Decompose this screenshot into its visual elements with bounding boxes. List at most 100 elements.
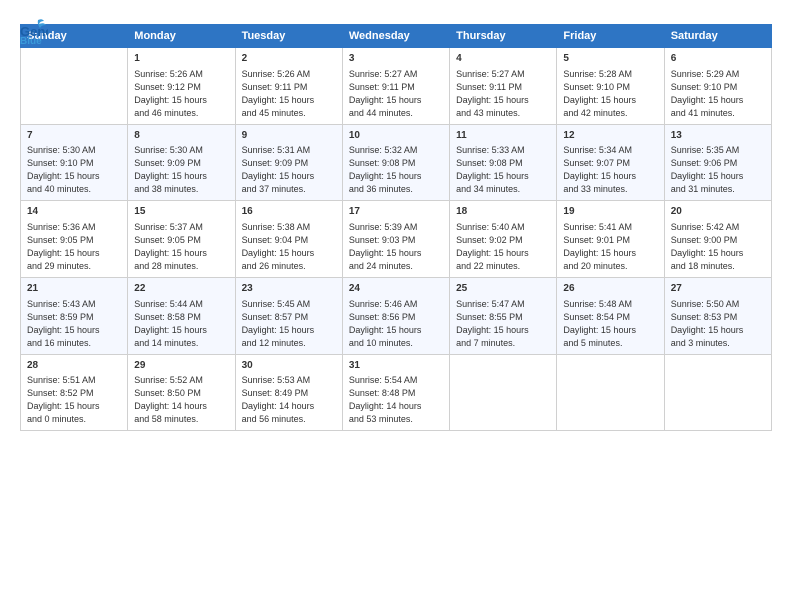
calendar-cell: 3Sunrise: 5:27 AM Sunset: 9:11 PM Daylig… [342, 48, 449, 125]
day-details: Sunrise: 5:51 AM Sunset: 8:52 PM Dayligh… [27, 374, 121, 426]
day-number: 10 [349, 129, 443, 144]
calendar-cell: 10Sunrise: 5:32 AM Sunset: 9:08 PM Dayli… [342, 124, 449, 201]
day-details: Sunrise: 5:34 AM Sunset: 9:07 PM Dayligh… [563, 144, 657, 196]
day-details: Sunrise: 5:28 AM Sunset: 9:10 PM Dayligh… [563, 68, 657, 120]
day-number: 26 [563, 282, 657, 297]
calendar-cell: 25Sunrise: 5:47 AM Sunset: 8:55 PM Dayli… [450, 278, 557, 355]
calendar-cell: 28Sunrise: 5:51 AM Sunset: 8:52 PM Dayli… [21, 354, 128, 431]
day-number: 21 [27, 282, 121, 297]
calendar-cell: 9Sunrise: 5:31 AM Sunset: 9:09 PM Daylig… [235, 124, 342, 201]
day-number: 31 [349, 359, 443, 374]
day-details: Sunrise: 5:26 AM Sunset: 9:12 PM Dayligh… [134, 68, 228, 120]
column-header-tuesday: Tuesday [235, 25, 342, 48]
column-header-thursday: Thursday [450, 25, 557, 48]
day-number: 25 [456, 282, 550, 297]
day-number: 14 [27, 205, 121, 220]
day-number: 1 [134, 52, 228, 67]
day-details: Sunrise: 5:53 AM Sunset: 8:49 PM Dayligh… [242, 374, 336, 426]
calendar-cell: 7Sunrise: 5:30 AM Sunset: 9:10 PM Daylig… [21, 124, 128, 201]
day-number: 28 [27, 359, 121, 374]
day-number: 29 [134, 359, 228, 374]
day-details: Sunrise: 5:30 AM Sunset: 9:09 PM Dayligh… [134, 144, 228, 196]
day-details: Sunrise: 5:40 AM Sunset: 9:02 PM Dayligh… [456, 221, 550, 273]
day-details: Sunrise: 5:50 AM Sunset: 8:53 PM Dayligh… [671, 298, 765, 350]
day-details: Sunrise: 5:42 AM Sunset: 9:00 PM Dayligh… [671, 221, 765, 273]
calendar-cell: 2Sunrise: 5:26 AM Sunset: 9:11 PM Daylig… [235, 48, 342, 125]
day-details: Sunrise: 5:54 AM Sunset: 8:48 PM Dayligh… [349, 374, 443, 426]
day-number: 11 [456, 129, 550, 144]
day-details: Sunrise: 5:27 AM Sunset: 9:11 PM Dayligh… [456, 68, 550, 120]
calendar-cell: 8Sunrise: 5:30 AM Sunset: 9:09 PM Daylig… [128, 124, 235, 201]
calendar-cell [21, 48, 128, 125]
logo: General Blue [20, 16, 51, 44]
column-header-saturday: Saturday [664, 25, 771, 48]
calendar-cell: 14Sunrise: 5:36 AM Sunset: 9:05 PM Dayli… [21, 201, 128, 278]
calendar-cell: 11Sunrise: 5:33 AM Sunset: 9:08 PM Dayli… [450, 124, 557, 201]
column-header-friday: Friday [557, 25, 664, 48]
day-number: 23 [242, 282, 336, 297]
calendar-cell: 6Sunrise: 5:29 AM Sunset: 9:10 PM Daylig… [664, 48, 771, 125]
day-number: 16 [242, 205, 336, 220]
day-number: 3 [349, 52, 443, 67]
calendar-cell: 5Sunrise: 5:28 AM Sunset: 9:10 PM Daylig… [557, 48, 664, 125]
calendar-cell [450, 354, 557, 431]
day-details: Sunrise: 5:38 AM Sunset: 9:04 PM Dayligh… [242, 221, 336, 273]
calendar-cell: 19Sunrise: 5:41 AM Sunset: 9:01 PM Dayli… [557, 201, 664, 278]
day-details: Sunrise: 5:44 AM Sunset: 8:58 PM Dayligh… [134, 298, 228, 350]
day-details: Sunrise: 5:31 AM Sunset: 9:09 PM Dayligh… [242, 144, 336, 196]
calendar-cell: 21Sunrise: 5:43 AM Sunset: 8:59 PM Dayli… [21, 278, 128, 355]
calendar-table: SundayMondayTuesdayWednesdayThursdayFrid… [20, 24, 772, 431]
calendar-cell: 18Sunrise: 5:40 AM Sunset: 9:02 PM Dayli… [450, 201, 557, 278]
day-details: Sunrise: 5:48 AM Sunset: 8:54 PM Dayligh… [563, 298, 657, 350]
calendar-cell: 12Sunrise: 5:34 AM Sunset: 9:07 PM Dayli… [557, 124, 664, 201]
calendar-cell: 4Sunrise: 5:27 AM Sunset: 9:11 PM Daylig… [450, 48, 557, 125]
day-number: 2 [242, 52, 336, 67]
day-details: Sunrise: 5:39 AM Sunset: 9:03 PM Dayligh… [349, 221, 443, 273]
day-number: 24 [349, 282, 443, 297]
day-details: Sunrise: 5:43 AM Sunset: 8:59 PM Dayligh… [27, 298, 121, 350]
day-details: Sunrise: 5:37 AM Sunset: 9:05 PM Dayligh… [134, 221, 228, 273]
day-number: 9 [242, 129, 336, 144]
day-details: Sunrise: 5:45 AM Sunset: 8:57 PM Dayligh… [242, 298, 336, 350]
column-header-wednesday: Wednesday [342, 25, 449, 48]
day-number: 8 [134, 129, 228, 144]
day-number: 15 [134, 205, 228, 220]
day-number: 12 [563, 129, 657, 144]
day-details: Sunrise: 5:46 AM Sunset: 8:56 PM Dayligh… [349, 298, 443, 350]
day-number: 13 [671, 129, 765, 144]
calendar-cell: 13Sunrise: 5:35 AM Sunset: 9:06 PM Dayli… [664, 124, 771, 201]
calendar-cell: 23Sunrise: 5:45 AM Sunset: 8:57 PM Dayli… [235, 278, 342, 355]
calendar-cell: 20Sunrise: 5:42 AM Sunset: 9:00 PM Dayli… [664, 201, 771, 278]
calendar-cell: 24Sunrise: 5:46 AM Sunset: 8:56 PM Dayli… [342, 278, 449, 355]
day-number: 4 [456, 52, 550, 67]
day-number: 30 [242, 359, 336, 374]
day-number: 20 [671, 205, 765, 220]
calendar-cell: 26Sunrise: 5:48 AM Sunset: 8:54 PM Dayli… [557, 278, 664, 355]
day-details: Sunrise: 5:27 AM Sunset: 9:11 PM Dayligh… [349, 68, 443, 120]
day-details: Sunrise: 5:29 AM Sunset: 9:10 PM Dayligh… [671, 68, 765, 120]
day-number: 7 [27, 129, 121, 144]
day-details: Sunrise: 5:32 AM Sunset: 9:08 PM Dayligh… [349, 144, 443, 196]
day-details: Sunrise: 5:35 AM Sunset: 9:06 PM Dayligh… [671, 144, 765, 196]
day-details: Sunrise: 5:52 AM Sunset: 8:50 PM Dayligh… [134, 374, 228, 426]
day-number: 6 [671, 52, 765, 67]
day-details: Sunrise: 5:41 AM Sunset: 9:01 PM Dayligh… [563, 221, 657, 273]
calendar-cell [664, 354, 771, 431]
day-number: 27 [671, 282, 765, 297]
calendar-cell: 17Sunrise: 5:39 AM Sunset: 9:03 PM Dayli… [342, 201, 449, 278]
day-number: 5 [563, 52, 657, 67]
column-header-monday: Monday [128, 25, 235, 48]
calendar-cell: 29Sunrise: 5:52 AM Sunset: 8:50 PM Dayli… [128, 354, 235, 431]
calendar-cell: 15Sunrise: 5:37 AM Sunset: 9:05 PM Dayli… [128, 201, 235, 278]
day-details: Sunrise: 5:30 AM Sunset: 9:10 PM Dayligh… [27, 144, 121, 196]
calendar-cell: 16Sunrise: 5:38 AM Sunset: 9:04 PM Dayli… [235, 201, 342, 278]
day-number: 18 [456, 205, 550, 220]
calendar-cell: 1Sunrise: 5:26 AM Sunset: 9:12 PM Daylig… [128, 48, 235, 125]
calendar-cell: 30Sunrise: 5:53 AM Sunset: 8:49 PM Dayli… [235, 354, 342, 431]
day-number: 17 [349, 205, 443, 220]
day-details: Sunrise: 5:47 AM Sunset: 8:55 PM Dayligh… [456, 298, 550, 350]
calendar-cell: 27Sunrise: 5:50 AM Sunset: 8:53 PM Dayli… [664, 278, 771, 355]
day-number: 22 [134, 282, 228, 297]
day-details: Sunrise: 5:33 AM Sunset: 9:08 PM Dayligh… [456, 144, 550, 196]
calendar-cell: 22Sunrise: 5:44 AM Sunset: 8:58 PM Dayli… [128, 278, 235, 355]
